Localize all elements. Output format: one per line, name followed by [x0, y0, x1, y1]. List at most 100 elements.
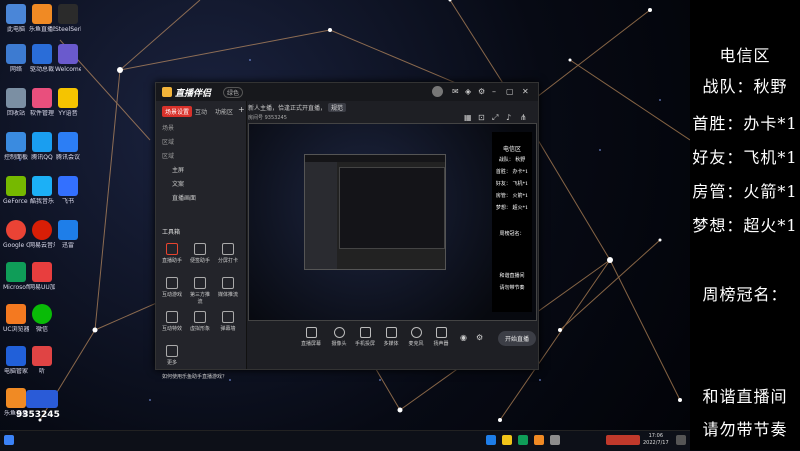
desktop-icon[interactable]: 网易云音乐	[29, 220, 55, 249]
tool-icon	[194, 277, 206, 289]
layout-icon[interactable]: ▦	[464, 113, 472, 122]
rules-tag[interactable]: 规范	[327, 103, 346, 112]
tool-item[interactable]: 更多	[162, 345, 182, 366]
help-notice[interactable]: 如何使用乐鱼助手直播游戏？	[162, 373, 227, 380]
edge-icon	[6, 262, 26, 282]
source-button[interactable]: 扬声器	[428, 327, 454, 347]
tool-icon	[166, 243, 178, 255]
desktop-icon[interactable]: Microsoft Edge	[3, 262, 29, 291]
mini-footer: 和谐直播间	[499, 273, 525, 279]
record-icon[interactable]: ◉	[460, 333, 467, 342]
source-button[interactable]: 多媒体	[378, 327, 404, 347]
desktop-icon[interactable]: 控制面板	[3, 132, 29, 161]
mini-row: 好友： 飞机*1	[495, 181, 529, 187]
start-icon[interactable]	[4, 435, 14, 445]
add-scene-icon[interactable]: +	[238, 105, 245, 114]
scene-item[interactable]: 区域	[162, 151, 174, 160]
fullscreen-icon[interactable]: ⤢	[492, 113, 498, 123]
app-icon	[58, 176, 78, 196]
minimize-icon[interactable]: –	[492, 87, 496, 96]
desktop-icon[interactable]: 网络	[3, 44, 29, 73]
app-icon	[6, 388, 26, 408]
tool-item[interactable]: 分屏打卡	[218, 243, 238, 264]
tool-item[interactable]: 弹幕墙	[218, 311, 238, 332]
edge-icon[interactable]	[518, 435, 528, 445]
desktop-icon[interactable]: Google Chrome	[3, 220, 29, 249]
share-icon[interactable]: ⋔	[520, 113, 527, 122]
source-button[interactable]: 摄像头	[326, 327, 352, 347]
desktop-icon[interactable]: SteelSeries GG Laun...	[55, 4, 81, 33]
start-live-button[interactable]: 开始直播	[498, 331, 537, 346]
title-bar[interactable]: 直播伴侣 绿色 ✉ ◈ ⚙ – ▢ ✕	[156, 83, 538, 101]
lock-icon[interactable]: ⊡	[478, 113, 485, 122]
speaker-icon	[435, 327, 447, 338]
desktop-icon[interactable]: 电脑管家	[3, 346, 29, 375]
desktop-icon[interactable]: 乐鱼直播助手	[29, 4, 55, 33]
desktop-icon[interactable]: 微信	[29, 304, 55, 333]
desktop-icon[interactable]: 软件管理	[29, 88, 55, 117]
avatar[interactable]	[432, 86, 443, 97]
tool-icon	[194, 311, 206, 323]
desktop-icon[interactable]: 飞书	[55, 176, 81, 205]
taskbar-app-icon[interactable]	[534, 435, 544, 445]
room-label: 房间号	[248, 115, 264, 121]
room-info: 房间号 9353245	[248, 114, 287, 121]
region-title: 电信区	[719, 46, 771, 65]
settings-icon[interactable]: ⚙	[478, 87, 485, 96]
tab-interact[interactable]: 互动	[192, 106, 210, 117]
scene-item[interactable]: 区域	[162, 137, 174, 146]
scene-item[interactable]: 直播画面	[172, 193, 196, 202]
room-number: 9353245	[264, 115, 287, 121]
announcement-text: 新人主播，恰逢正式开直播，	[248, 105, 327, 112]
source-button[interactable]: 直播屏幕	[298, 327, 324, 347]
live-companion-window[interactable]: 直播伴侣 绿色 ✉ ◈ ⚙ – ▢ ✕ 场景设置 互动 功能区 + 场景 区域 …	[155, 82, 539, 380]
desktop-icon[interactable]: 听	[29, 346, 55, 375]
close-icon[interactable]: ✕	[522, 87, 529, 96]
notification-icon[interactable]	[676, 435, 686, 445]
tool-item[interactable]: 直播助手	[162, 243, 182, 264]
tool-item[interactable]: 第三方推流	[190, 277, 210, 305]
desktop-icon[interactable]: 腾讯QQ	[29, 132, 55, 161]
taskbar-app-icon[interactable]	[550, 435, 560, 445]
system-clock[interactable]: 17:06 2022/7/17	[643, 433, 669, 447]
settings-icon[interactable]: ⚙	[476, 333, 483, 342]
tool-icon	[166, 277, 178, 289]
desktop-icon[interactable]: UC浏览器	[3, 304, 29, 333]
stream-preview[interactable]: 电信区 战队： 秋野 首胜： 办卡*1 好友： 飞机*1 房管： 火箭*1 梦想…	[248, 123, 537, 321]
tab-scene[interactable]: 场景设置	[162, 106, 193, 117]
overlay-row: 梦想：超火*1	[692, 216, 798, 235]
tab-function[interactable]: 功能区	[212, 106, 236, 117]
tool-item[interactable]: 媒体推流	[218, 277, 238, 298]
desktop-icon[interactable]: 回收站	[3, 88, 29, 117]
app-icon	[58, 88, 78, 108]
gift-icon[interactable]: ◈	[465, 87, 471, 96]
source-button[interactable]: 麦克风	[403, 327, 429, 347]
mini-row: 房管： 火箭*1	[495, 193, 529, 199]
scene-item[interactable]: 文案	[172, 179, 184, 188]
tool-item[interactable]: 互动特效	[162, 311, 182, 332]
message-icon[interactable]: ✉	[452, 87, 459, 96]
tool-item[interactable]: 虚拟形象	[190, 311, 210, 332]
scene-item[interactable]: 主屏	[172, 165, 184, 174]
folder-icon[interactable]	[502, 435, 512, 445]
desktop-icon[interactable]: 网易UU加速器	[29, 262, 55, 291]
tool-item[interactable]: 互动游戏	[162, 277, 182, 298]
mini-weekly-title: 周榜冠名：	[499, 231, 525, 237]
volume-icon[interactable]: ♪	[506, 113, 511, 122]
taskbar-app-icon[interactable]	[486, 435, 496, 445]
maximize-icon[interactable]: ▢	[506, 87, 514, 96]
desktop-icon[interactable]: 此电脑	[3, 4, 29, 33]
desktop-icon[interactable]: 迅雷	[55, 220, 81, 249]
desktop-icon[interactable]: 腾讯会议	[55, 132, 81, 161]
tool-item[interactable]: 便签助手	[190, 243, 210, 264]
desktop-icon[interactable]: 酷我音乐	[29, 176, 55, 205]
source-button[interactable]: 手机投屏	[352, 327, 378, 347]
desktop-icon[interactable]: 驱动总裁	[29, 44, 55, 73]
app-icon	[6, 304, 26, 324]
desktop-icon[interactable]: GeForce Experience	[3, 176, 29, 205]
app-name: 直播伴侣	[175, 89, 212, 99]
tray-icons[interactable]	[606, 435, 640, 445]
scene-item[interactable]: 场景	[162, 123, 174, 132]
desktop-icon[interactable]: YY语音	[55, 88, 81, 117]
desktop-icon[interactable]: Welcome	[55, 44, 81, 73]
